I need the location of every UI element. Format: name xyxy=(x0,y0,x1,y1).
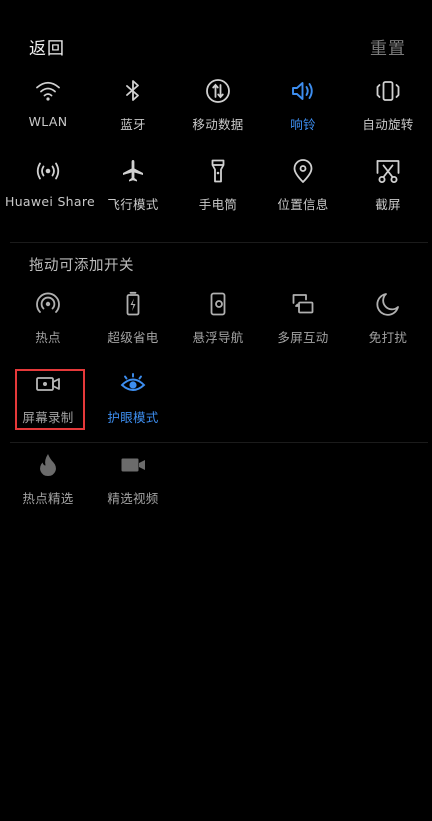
tile-label: 多屏互动 xyxy=(277,330,329,345)
multi-screen-icon xyxy=(288,289,318,319)
tile-label: 护眼模式 xyxy=(107,410,159,425)
tile-label: 热点精选 xyxy=(22,491,74,506)
tile-label: 飞行模式 xyxy=(107,197,159,212)
section-divider xyxy=(10,242,428,243)
location-icon xyxy=(288,156,318,186)
tile-bluetooth[interactable]: 蓝牙 xyxy=(90,76,176,133)
mobile-data-icon xyxy=(203,76,233,106)
tile-label: WLAN xyxy=(28,114,68,129)
eye-comfort-icon xyxy=(118,369,148,399)
volume-ring-icon xyxy=(288,76,318,106)
tile-do-not-disturb[interactable]: 免打扰 xyxy=(345,289,431,346)
auto-rotate-icon xyxy=(373,76,403,106)
tile-label: 移动数据 xyxy=(192,117,244,132)
tile-label: 自动旋转 xyxy=(362,117,414,132)
wifi-icon xyxy=(33,76,63,106)
tile-hot-picks[interactable]: 热点精选 xyxy=(5,450,91,507)
tile-eye-comfort[interactable]: 护眼模式 xyxy=(90,369,176,426)
reset-button[interactable]: 重置 xyxy=(370,34,406,59)
tile-multi-screen[interactable]: 多屏互动 xyxy=(260,289,346,346)
flame-icon xyxy=(33,450,63,480)
screenshot-icon xyxy=(373,156,403,186)
tile-huawei-share[interactable]: Huawei Share xyxy=(5,156,96,209)
tile-auto-rotate[interactable]: 自动旋转 xyxy=(345,76,431,133)
highlight-box-screen-record xyxy=(15,369,85,430)
tile-hotspot[interactable]: 热点 xyxy=(5,289,91,346)
tile-location[interactable]: 位置信息 xyxy=(260,156,346,213)
tile-label: 位置信息 xyxy=(277,197,329,212)
tile-screenshot[interactable]: 截屏 xyxy=(345,156,431,213)
section-title-addable: 拖动可添加开关 xyxy=(29,258,134,274)
moon-icon xyxy=(373,289,403,319)
airplane-icon xyxy=(118,156,148,186)
tile-featured-video[interactable]: 精选视频 xyxy=(90,450,176,507)
tile-mobile-data[interactable]: 移动数据 xyxy=(175,76,261,133)
tile-label: 截屏 xyxy=(375,197,401,212)
power-saving-icon xyxy=(118,289,148,319)
back-button[interactable]: 返回 xyxy=(29,34,65,59)
tile-label: 免打扰 xyxy=(368,330,408,345)
tile-label: 悬浮导航 xyxy=(192,330,244,345)
huawei-share-icon xyxy=(33,156,63,186)
tile-label: Huawei Share xyxy=(5,194,96,209)
tile-label: 精选视频 xyxy=(107,491,159,506)
tile-label: 手电筒 xyxy=(198,197,238,212)
video-icon xyxy=(118,450,148,480)
tile-power-saving[interactable]: 超级省电 xyxy=(90,289,176,346)
tile-wlan[interactable]: WLAN xyxy=(5,76,91,129)
flashlight-icon xyxy=(203,156,233,186)
tile-label: 响铃 xyxy=(290,117,316,132)
bluetooth-icon xyxy=(118,76,148,106)
hotspot-icon xyxy=(33,289,63,319)
floating-nav-icon xyxy=(203,289,233,319)
tile-label: 热点 xyxy=(35,330,61,345)
tile-ring[interactable]: 响铃 xyxy=(260,76,346,133)
section-divider xyxy=(10,442,428,443)
tile-label: 蓝牙 xyxy=(120,117,146,132)
tile-floating-nav[interactable]: 悬浮导航 xyxy=(175,289,261,346)
tile-flashlight[interactable]: 手电筒 xyxy=(175,156,261,213)
tile-label: 超级省电 xyxy=(107,330,159,345)
tile-airplane[interactable]: 飞行模式 xyxy=(90,156,176,213)
